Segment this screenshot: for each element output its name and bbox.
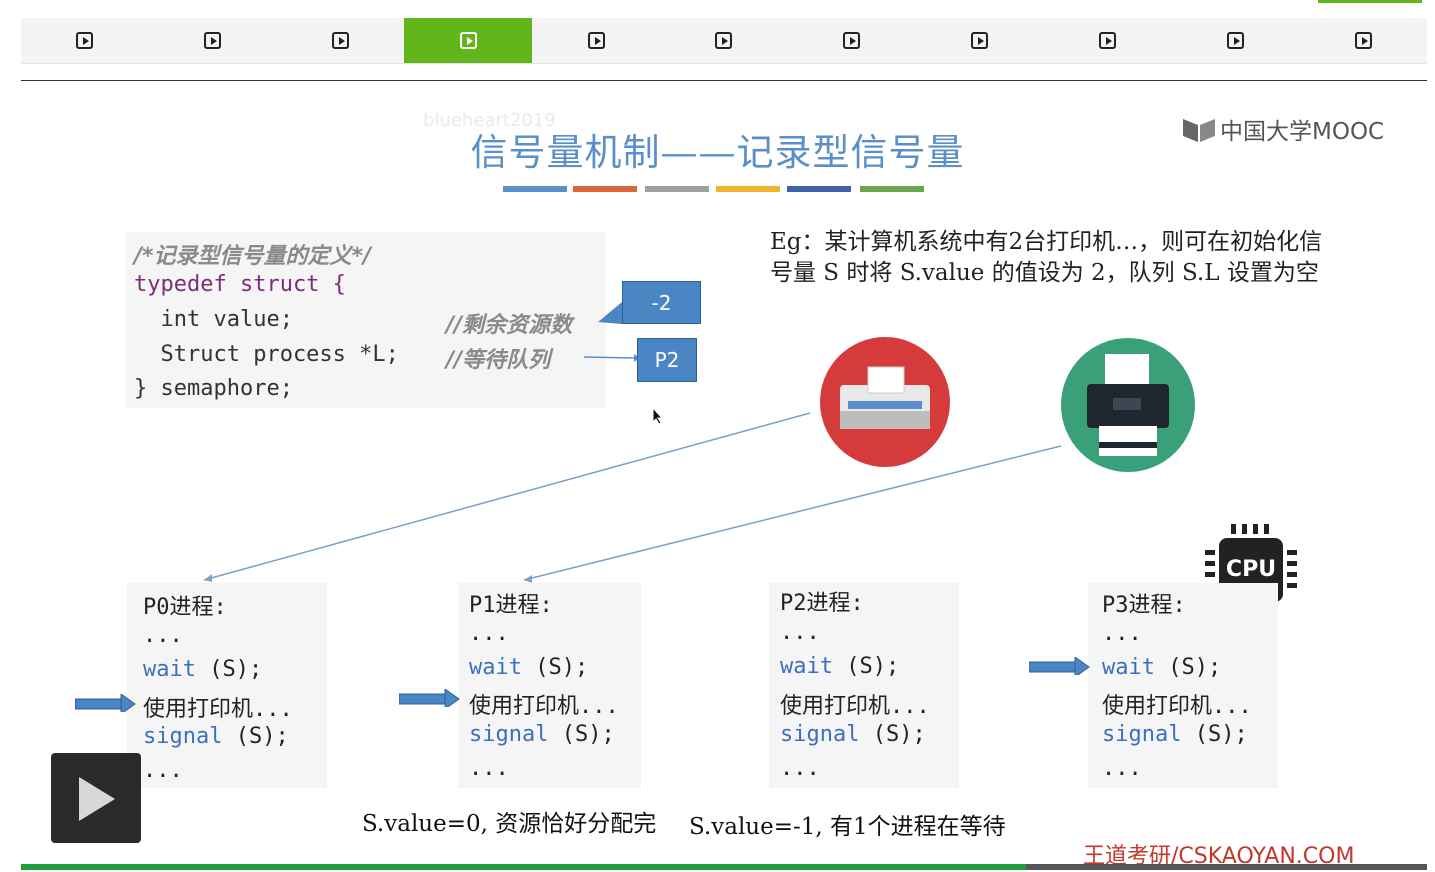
process-dots: ...: [469, 756, 509, 781]
wait-arg: (S);: [1154, 655, 1222, 680]
process-dots: ...: [1102, 756, 1142, 781]
signal-arg: (S);: [222, 724, 289, 749]
process-panel-p0: P0进程: ... wait (S); 使用打印机... signal (S);…: [127, 583, 327, 788]
process-name: P1进程:: [469, 593, 553, 618]
process-signal-line: signal (S);: [1102, 722, 1248, 747]
signal-keyword: signal: [1102, 722, 1182, 747]
signal-keyword: signal: [469, 722, 549, 747]
process-signal-line: signal (S);: [780, 722, 926, 747]
video-progress-bar[interactable]: [21, 864, 1427, 870]
signal-keyword: signal: [143, 724, 223, 749]
process-wait-line: wait (S);: [780, 654, 899, 679]
process-wait-line: wait (S);: [1102, 655, 1221, 680]
wait-arg: (S);: [195, 657, 263, 682]
process-dots: ...: [469, 621, 509, 646]
video-progress-fill: [21, 864, 1027, 870]
process-wait-line: wait (S);: [469, 655, 588, 680]
wait-keyword: wait: [143, 657, 196, 682]
process-dots: ...: [143, 623, 183, 648]
process-dots: ...: [1102, 621, 1142, 646]
process-panel-p2: P2进程: ... wait (S); 使用打印机... signal (S);…: [769, 583, 959, 788]
signal-keyword: signal: [780, 722, 860, 747]
wait-keyword: wait: [780, 654, 833, 679]
process-dots: ...: [780, 620, 820, 645]
signal-arg: (S);: [859, 722, 926, 747]
process-signal-line: signal (S);: [469, 722, 615, 747]
process-use-line: 使用打印机...: [469, 694, 619, 719]
process-wait-line: wait (S);: [143, 657, 262, 682]
process-dots: ...: [143, 758, 183, 783]
process-signal-line: signal (S);: [143, 724, 289, 749]
cpu-label: CPU: [1225, 557, 1277, 582]
wait-keyword: wait: [1102, 655, 1155, 680]
process-name: P2进程:: [780, 591, 864, 616]
p1-pointer-arrow-icon: [399, 689, 460, 707]
process-panel-p1: P1进程: ... wait (S); 使用打印机... signal (S);…: [458, 583, 641, 788]
wait-keyword: wait: [469, 655, 522, 680]
process-use-line: 使用打印机...: [143, 697, 293, 722]
process-use-line: 使用打印机...: [1102, 694, 1252, 719]
process-name: P0进程:: [143, 595, 227, 620]
signal-arg: (S);: [548, 722, 615, 747]
process-panel-p3: P3进程: ... wait (S); 使用打印机... signal (S);…: [1088, 583, 1278, 788]
p3-pointer-arrow-icon: [1029, 657, 1090, 675]
p0-pointer-arrow-icon: [75, 694, 136, 712]
wait-arg: (S);: [832, 654, 900, 679]
signal-arg: (S);: [1181, 722, 1248, 747]
note-value-zero: S.value=0, 资源恰好分配完: [362, 811, 657, 837]
play-button[interactable]: [51, 753, 141, 843]
note-value-minus-one: S.value=-1, 有1个进程在等待: [689, 814, 1006, 840]
process-name: P3进程:: [1102, 593, 1186, 618]
process-dots: ...: [780, 756, 820, 781]
process-use-line: 使用打印机...: [780, 694, 930, 719]
wait-arg: (S);: [521, 655, 589, 680]
